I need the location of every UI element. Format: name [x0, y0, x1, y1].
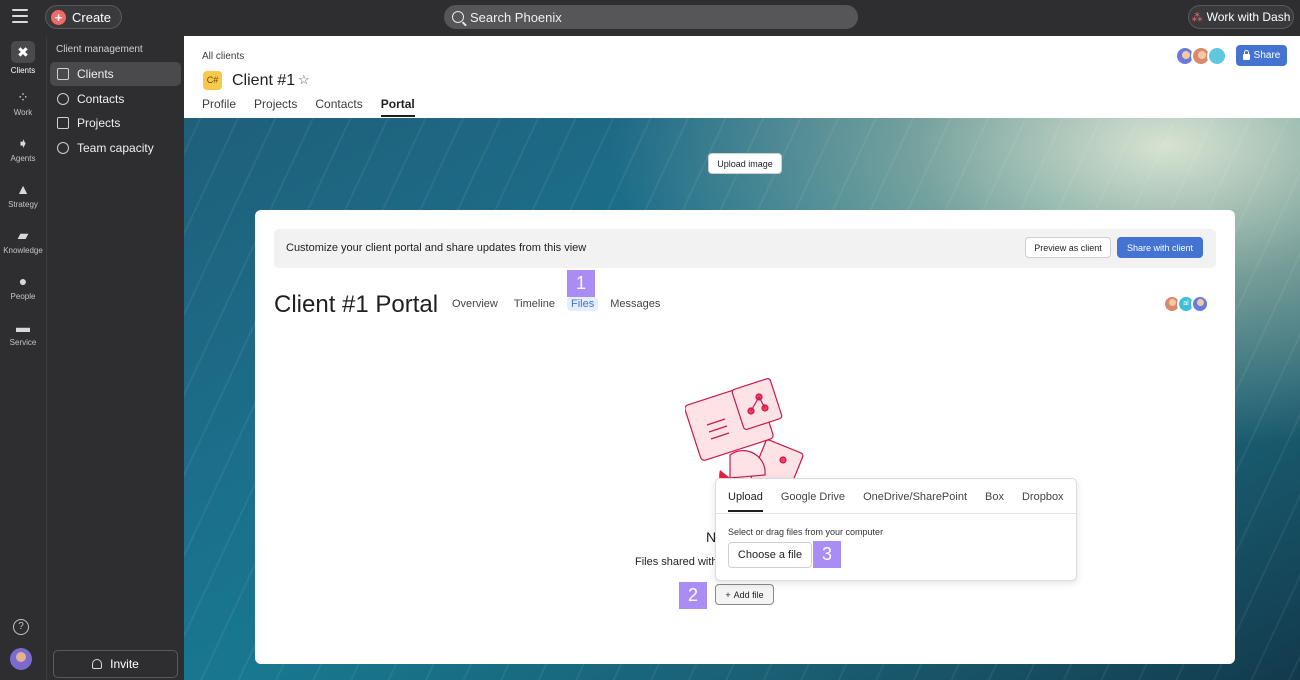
- dash-logo-icon: ⁂: [1191, 11, 1203, 24]
- plus-icon: +: [725, 589, 731, 600]
- popover-tabs: Upload Google Drive OneDrive/SharePoint …: [728, 491, 1064, 512]
- preview-as-client-button[interactable]: Preview as client: [1025, 237, 1111, 258]
- sidebar-item-projects[interactable]: Projects: [50, 111, 181, 135]
- top-bar: + Create Search Phoenix ⁂ Work with Dash: [0, 0, 1300, 36]
- sidebar-item-contacts[interactable]: Contacts: [50, 87, 181, 111]
- tab-timeline[interactable]: Timeline: [514, 298, 555, 310]
- agents-icon: ➧: [17, 135, 29, 151]
- upload-image-button[interactable]: Upload image: [708, 153, 782, 174]
- sidebar-item-label: Contacts: [77, 92, 125, 106]
- tab-google-drive[interactable]: Google Drive: [781, 491, 845, 512]
- tab-contacts[interactable]: Contacts: [315, 97, 362, 117]
- knowledge-icon: ▰: [17, 227, 29, 243]
- tab-files[interactable]: Files: [567, 297, 599, 311]
- gauge-icon: [57, 142, 69, 154]
- search-placeholder: Search Phoenix: [470, 9, 562, 25]
- portal-tabs: Overview Timeline Files Messages: [452, 297, 660, 311]
- search-bar[interactable]: Search Phoenix: [444, 5, 858, 29]
- person-icon: [57, 93, 69, 105]
- side-panel-title: Client management: [56, 44, 143, 55]
- sidebar-item-label: Clients: [77, 67, 114, 81]
- step-marker-1: 1: [567, 270, 595, 297]
- clients-icon: ✖: [11, 41, 35, 63]
- tab-overview[interactable]: Overview: [452, 298, 498, 310]
- rail-label: People: [10, 292, 36, 301]
- rail-label: Clients: [10, 66, 36, 75]
- side-panel: Client management Clients Contacts Proje…: [46, 36, 184, 680]
- main-header: All clients C# Client #1 ☆ Profile Proje…: [184, 36, 1300, 118]
- client-badge: C#: [203, 71, 222, 90]
- hamburger-menu-icon[interactable]: [12, 9, 28, 23]
- portal-member-avatars[interactable]: al: [1163, 295, 1209, 313]
- rail-item-strategy[interactable]: ▲ Strategy: [0, 181, 46, 209]
- sidebar-item-clients[interactable]: Clients: [50, 62, 181, 86]
- rail-label: Strategy: [8, 200, 38, 209]
- sidebar-item-team-capacity[interactable]: Team capacity: [50, 136, 181, 160]
- sidebar-item-label: Projects: [77, 116, 121, 130]
- rail-item-work[interactable]: ⁘ Work: [0, 89, 46, 117]
- portal-card: Customize your client portal and share u…: [255, 210, 1235, 664]
- search-icon: [452, 11, 464, 23]
- upload-hint: Select or drag files from your computer: [728, 527, 884, 537]
- portal-title: Client #1 Portal: [274, 291, 439, 318]
- clipboard-icon: [57, 117, 69, 129]
- rail-label: Knowledge: [3, 246, 43, 255]
- customize-text: Customize your client portal and share u…: [286, 242, 587, 254]
- empty-state-description: Files shared with: [635, 556, 718, 568]
- tab-profile[interactable]: Profile: [202, 97, 236, 117]
- work-with-dash-label: Work with Dash: [1206, 10, 1291, 24]
- rail-item-clients[interactable]: ✖ Clients: [0, 41, 46, 75]
- lock-icon: [1242, 49, 1250, 60]
- page-title: Client #1: [232, 72, 296, 89]
- divider: [716, 513, 1076, 514]
- create-button[interactable]: + Create: [45, 5, 123, 29]
- upload-popover: Upload Google Drive OneDrive/SharePoint …: [715, 478, 1077, 581]
- tab-upload[interactable]: Upload: [728, 491, 763, 512]
- add-file-label: Add file: [733, 589, 764, 600]
- people-icon: ●: [18, 273, 28, 289]
- plus-icon: +: [51, 9, 66, 25]
- step-marker-3: 3: [813, 541, 841, 568]
- tab-box[interactable]: Box: [985, 491, 1004, 512]
- rail-item-people[interactable]: ● People: [0, 273, 46, 301]
- work-icon: ⁘: [17, 89, 29, 105]
- choose-file-button[interactable]: Choose a file: [728, 542, 812, 568]
- left-rail: ✖ Clients ⁘ Work ➧ Agents ▲ Strategy ▰ K…: [0, 36, 46, 680]
- strategy-icon: ▲: [16, 181, 30, 197]
- avatar: [1191, 295, 1209, 313]
- step-marker-2: 2: [679, 582, 707, 609]
- header-tabs: Profile Projects Contacts Portal: [202, 97, 415, 117]
- tab-onedrive-sharepoint[interactable]: OneDrive/SharePoint: [863, 491, 967, 512]
- person-icon: [92, 659, 103, 669]
- breadcrumb[interactable]: All clients: [202, 51, 244, 62]
- avatar: [1207, 46, 1227, 66]
- create-label: Create: [72, 9, 112, 25]
- briefcase-icon: [57, 68, 69, 80]
- rail-label: Work: [13, 108, 33, 117]
- star-icon[interactable]: ☆: [298, 72, 310, 88]
- tab-portal[interactable]: Portal: [380, 97, 415, 117]
- tab-messages[interactable]: Messages: [610, 298, 660, 310]
- share-label: Share: [1253, 50, 1281, 61]
- service-icon: ▬: [16, 319, 30, 335]
- rail-item-service[interactable]: ▬ Service: [0, 319, 46, 347]
- member-avatars[interactable]: [1175, 46, 1227, 66]
- customize-bar: Customize your client portal and share u…: [274, 229, 1216, 268]
- share-with-client-button[interactable]: Share with client: [1117, 237, 1203, 258]
- rail-item-agents[interactable]: ➧ Agents: [0, 135, 46, 163]
- invite-label: Invite: [110, 657, 139, 671]
- sidebar-item-label: Team capacity: [77, 141, 154, 155]
- share-button[interactable]: Share: [1236, 45, 1287, 66]
- avatar[interactable]: [10, 648, 32, 670]
- rail-label: Service: [9, 338, 37, 347]
- add-file-button[interactable]: + Add file: [715, 584, 774, 605]
- help-icon[interactable]: ?: [13, 619, 29, 635]
- invite-button[interactable]: Invite: [53, 650, 178, 678]
- tab-projects[interactable]: Projects: [254, 97, 297, 117]
- rail-item-knowledge[interactable]: ▰ Knowledge: [0, 227, 46, 255]
- work-with-dash-button[interactable]: ⁂ Work with Dash: [1188, 5, 1294, 29]
- rail-label: Agents: [10, 154, 36, 163]
- tab-dropbox[interactable]: Dropbox: [1022, 491, 1064, 512]
